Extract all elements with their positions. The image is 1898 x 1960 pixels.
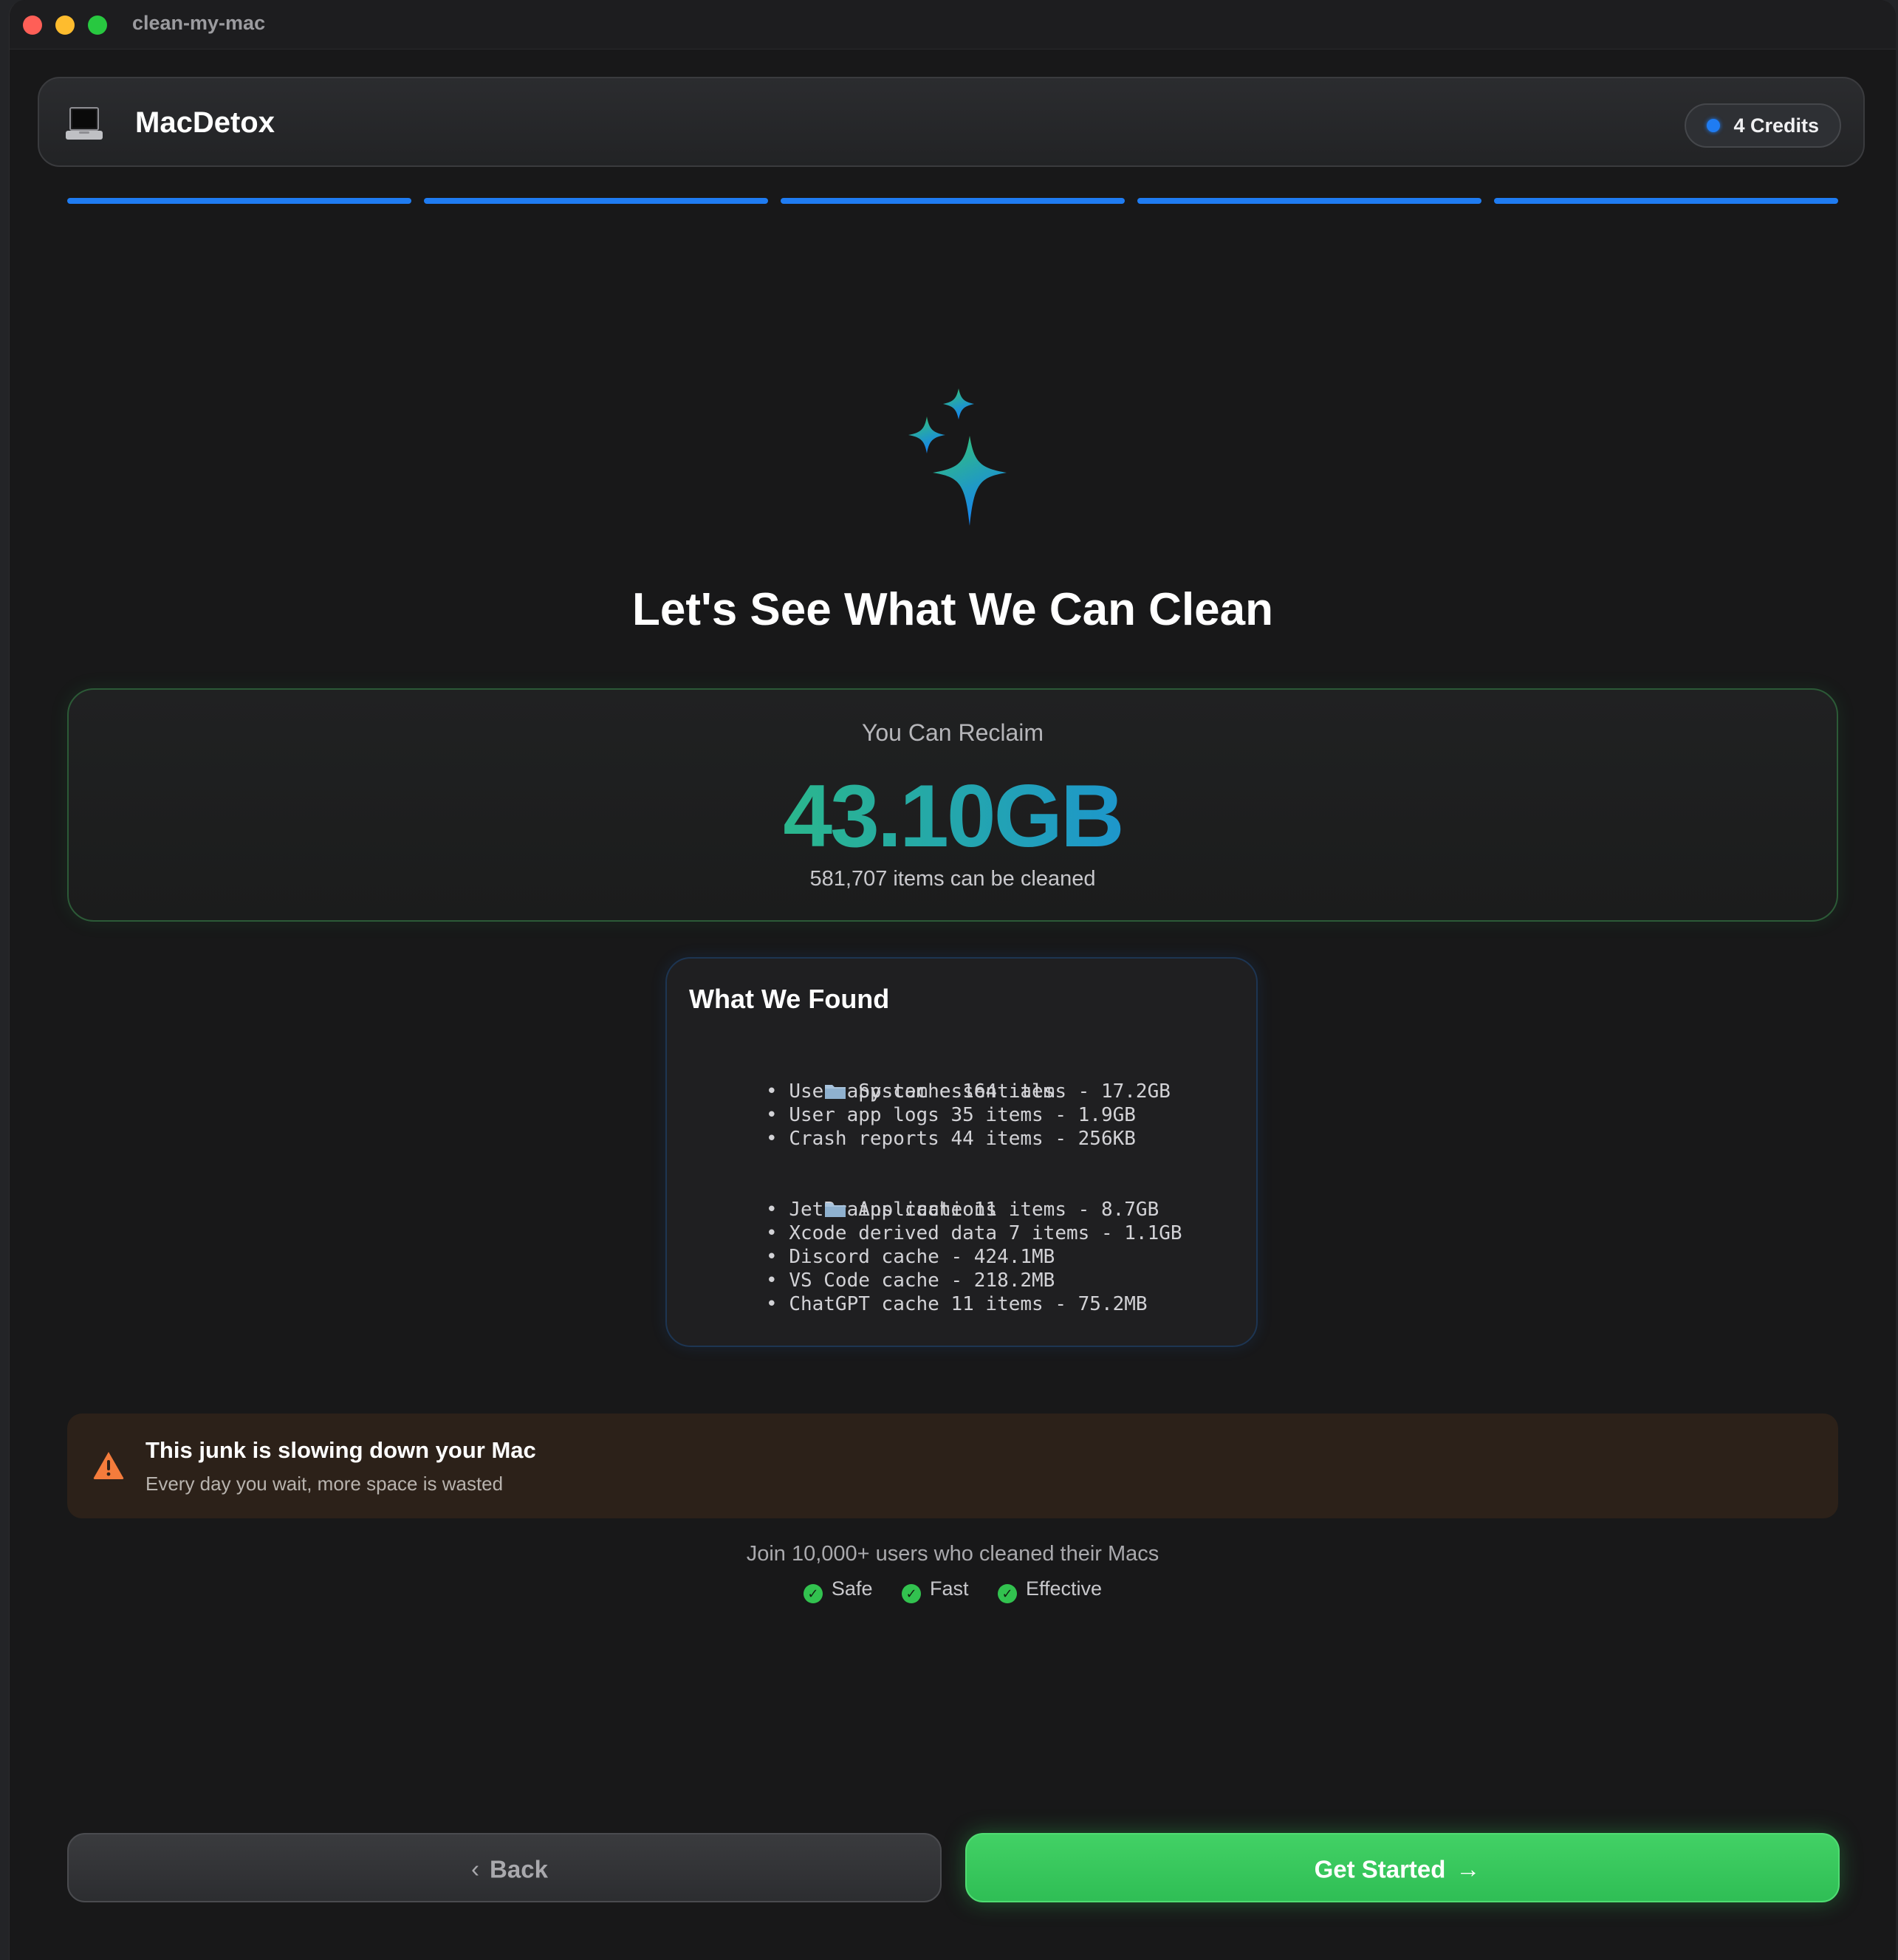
credits-status-dot	[1707, 119, 1721, 132]
progress-step	[424, 198, 768, 204]
findings-list: System essentials • User app cache 164 i…	[732, 1056, 1182, 1316]
reclaim-size: 43.10GB	[69, 765, 1837, 867]
laptop-icon	[66, 107, 103, 140]
trust-badge: ✓ Safe	[803, 1577, 872, 1603]
step-progress	[67, 198, 1840, 204]
finding-group: Applications	[732, 1174, 1182, 1221]
finding-item: • User app logs 35 items - 1.9GB	[766, 1104, 1136, 1126]
page-title: Let's See What We Can Clean	[631, 584, 1274, 635]
reclaim-label: You Can Reclaim	[861, 719, 1044, 746]
back-button-label: Back	[490, 1855, 548, 1883]
reclaim-summary-card: You Can Reclaim 43.10GB 581,707 items ca…	[67, 688, 1838, 922]
findings-card: What We Found System essentials • User a…	[665, 957, 1258, 1347]
zoom-window-button[interactable]	[88, 16, 107, 35]
minimize-window-button[interactable]	[55, 16, 75, 35]
trust-badges: ✓ Safe ✓ Fast ✓ Effective	[10, 1577, 1896, 1603]
close-window-button[interactable]	[23, 16, 42, 35]
get-started-label: Get Started	[1314, 1855, 1446, 1883]
finding-group: System essentials	[732, 1056, 1182, 1103]
finding-item: • VS Code cache - 218.2MB	[766, 1269, 1055, 1292]
finding-item: • Discord cache - 424.1MB	[766, 1246, 1055, 1268]
trust-badge: ✓ Fast	[901, 1577, 969, 1603]
warning-subtitle: Every day you wait, more space is wasted	[145, 1473, 504, 1495]
title-bar: clean-my-mac	[10, 0, 1896, 49]
sparkles-icon	[908, 388, 1007, 526]
checkmark-circle-icon: ✓	[901, 1584, 921, 1603]
warning-banner: This junk is slowing down your Mac Every…	[67, 1414, 1838, 1518]
credits-badge[interactable]: 4 Credits	[1685, 103, 1841, 148]
checkmark-circle-icon: ✓	[998, 1584, 1018, 1603]
back-button[interactable]: ‹ Back	[67, 1833, 942, 1902]
credits-label: 4 Credits	[1733, 114, 1819, 137]
app-window: clean-my-mac MacDetox 4 Credits Let's Se…	[9, 0, 1896, 1960]
progress-step	[781, 198, 1125, 204]
checkmark-circle-icon: ✓	[803, 1584, 823, 1603]
social-proof-text: Join 10,000+ users who cleaned their Mac…	[746, 1542, 1159, 1566]
finding-item: • Xcode derived data 7 items - 1.1GB	[766, 1222, 1182, 1244]
progress-step	[67, 198, 411, 204]
finding-item: • ChatGPT cache 11 items - 75.2MB	[766, 1293, 1148, 1315]
get-started-button[interactable]: Get Started →	[965, 1833, 1840, 1902]
trust-badge: ✓ Effective	[998, 1577, 1102, 1603]
warning-triangle-icon	[93, 1452, 124, 1479]
warning-title: This junk is slowing down your Mac	[145, 1437, 536, 1463]
folder-icon	[825, 1085, 846, 1099]
chevron-left-icon: ‹	[471, 1855, 480, 1883]
progress-step	[1494, 198, 1838, 204]
progress-step	[1137, 198, 1481, 204]
finding-item: • Crash reports 44 items - 256KB	[766, 1128, 1136, 1150]
app-header: MacDetox 4 Credits	[38, 77, 1865, 167]
finding-item: • JetBrains cache 11 items - 8.7GB	[766, 1199, 1159, 1221]
folder-icon	[825, 1203, 846, 1217]
reclaim-items-count: 581,707 items can be cleaned	[809, 867, 1096, 891]
finding-item: • User app cache 164 items - 17.2GB	[766, 1080, 1171, 1103]
findings-title: What We Found	[689, 984, 890, 1014]
arrow-right-icon: →	[1456, 1855, 1481, 1883]
window-title: clean-my-mac	[132, 12, 266, 34]
app-name: MacDetox	[135, 106, 275, 139]
